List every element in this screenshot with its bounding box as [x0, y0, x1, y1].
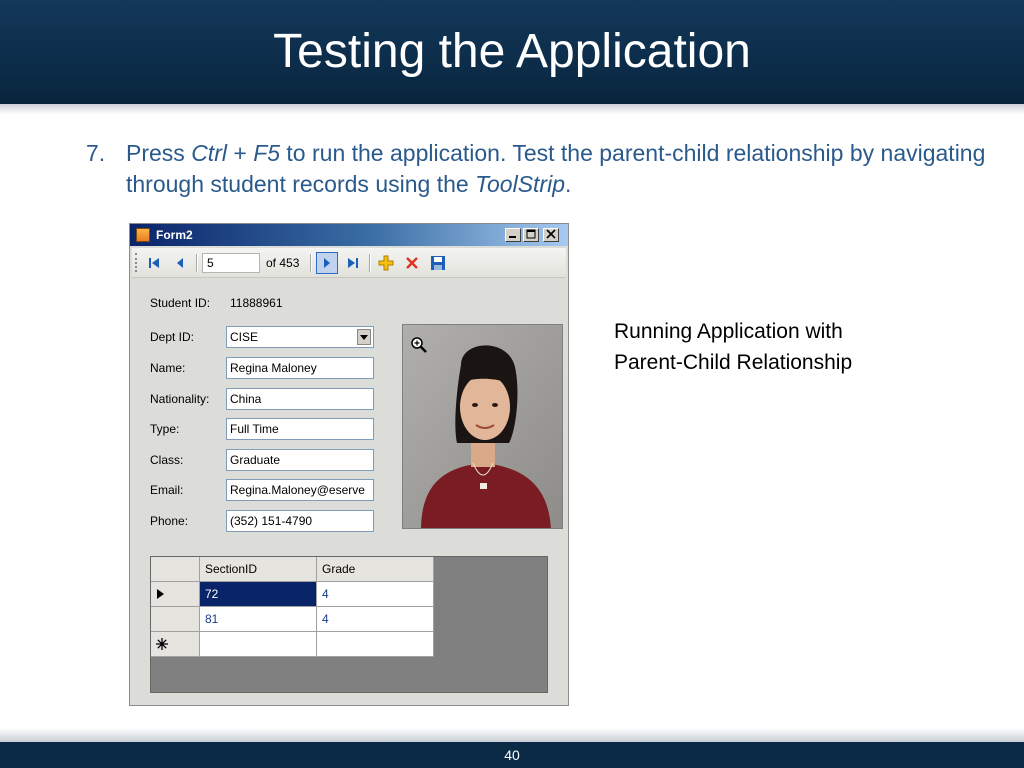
phone-label: Phone: — [150, 514, 189, 528]
grid-cell-grade[interactable]: 4 — [317, 582, 434, 607]
email-field[interactable]: Regina.Maloney@eserve — [226, 479, 374, 501]
dropdown-arrow[interactable] — [357, 329, 371, 345]
grid-corner-header[interactable] — [151, 557, 200, 582]
footer-shadow — [0, 728, 1024, 742]
slide-header: Testing the Application — [0, 0, 1024, 104]
app-icon — [136, 228, 150, 242]
current-row-arrow-icon — [157, 589, 164, 599]
new-row-cell-sectionid[interactable] — [200, 632, 317, 657]
column-header-grade[interactable]: Grade — [317, 557, 434, 582]
toolstrip: 5 of 453 — [132, 248, 566, 278]
sections-datagrid: SectionID Grade 72 4 81 4 — [150, 556, 548, 693]
close-icon — [546, 229, 556, 239]
dept-id-value: CISE — [230, 330, 259, 344]
step-key-f5: F5 — [253, 140, 281, 166]
move-next-icon — [324, 258, 330, 268]
chevron-down-icon — [360, 334, 368, 340]
type-field[interactable]: Full Time — [226, 418, 374, 440]
window-title: Form2 — [156, 228, 193, 242]
step-toolstrip-term: ToolStrip — [475, 171, 565, 197]
step-text-part: + — [226, 140, 254, 166]
close-button[interactable] — [543, 228, 559, 242]
delete-icon — [406, 257, 418, 269]
magnifier-icon — [411, 337, 427, 353]
move-first-button[interactable] — [143, 252, 165, 274]
count-label: of 453 — [266, 256, 300, 270]
page-number: 40 — [504, 747, 520, 763]
move-first-icon — [149, 258, 159, 268]
nationality-field[interactable]: China — [226, 388, 374, 410]
class-label: Class: — [150, 453, 184, 467]
add-icon — [378, 255, 394, 271]
zoom-in-icon[interactable] — [411, 337, 427, 356]
move-previous-icon — [177, 258, 183, 268]
move-last-icon — [348, 258, 358, 268]
grid-cell-grade[interactable]: 4 — [317, 607, 434, 632]
save-icon — [431, 256, 445, 270]
student-id-label: Student ID: — [150, 296, 211, 310]
maximize-icon — [526, 229, 536, 239]
type-label: Type: — [150, 422, 180, 436]
add-new-button[interactable] — [375, 252, 397, 274]
student-id-value: 11888961 — [230, 296, 283, 310]
dept-id-dropdown[interactable]: CISE — [226, 326, 374, 348]
email-label: Email: — [150, 483, 184, 497]
dept-id-label: Dept ID: — [150, 330, 195, 344]
maximize-button[interactable] — [523, 228, 539, 242]
position-input[interactable]: 5 — [202, 253, 260, 273]
grid-cell-sectionid[interactable]: 81 — [200, 607, 317, 632]
phone-field[interactable]: (352) 151-4790 — [226, 510, 374, 532]
new-row-header[interactable] — [151, 632, 200, 657]
toolstrip-grip[interactable] — [135, 253, 140, 272]
caption-line-1: Running Application with — [614, 320, 843, 343]
slide-title: Testing the Application — [273, 25, 751, 78]
delete-button[interactable] — [401, 252, 423, 274]
caption-line-2: Parent-Child Relationship — [614, 351, 853, 374]
step-number: 7. — [86, 140, 106, 166]
step-text-part: . — [565, 171, 572, 197]
minimize-button[interactable] — [505, 228, 521, 242]
nationality-label: Nationality: — [150, 392, 210, 406]
slide-footer: 40 — [0, 742, 1024, 768]
name-field[interactable]: Regina Maloney — [226, 357, 374, 379]
new-row-asterisk-icon — [156, 638, 168, 650]
minimize-icon — [509, 236, 516, 238]
row-header[interactable] — [151, 607, 200, 632]
step-key-ctrl: Ctrl — [191, 140, 227, 166]
window-titlebar[interactable]: Form2 — [130, 224, 568, 246]
name-label: Name: — [150, 361, 186, 375]
grid-cell-sectionid[interactable]: 72 — [200, 582, 317, 607]
step-text: Press Ctrl + F5 to run the application. … — [126, 138, 986, 200]
move-next-button[interactable] — [316, 252, 338, 274]
form-window: Form2 5 of 453 Student ID: 11888961 Dept… — [129, 223, 569, 706]
save-button[interactable] — [427, 252, 449, 274]
student-portrait — [403, 325, 562, 528]
toolstrip-separator — [310, 254, 312, 272]
screenshot-caption: Running Application with Parent-Child Re… — [614, 316, 934, 378]
header-shadow — [0, 104, 1024, 114]
row-header-current[interactable] — [151, 582, 200, 607]
toolstrip-separator — [196, 254, 198, 272]
new-row-cell-grade[interactable] — [317, 632, 434, 657]
move-previous-button[interactable] — [169, 252, 191, 274]
move-last-button[interactable] — [342, 252, 364, 274]
column-header-sectionid[interactable]: SectionID — [200, 557, 317, 582]
class-field[interactable]: Graduate — [226, 449, 374, 471]
step-text-part: Press — [126, 140, 192, 166]
toolstrip-separator — [369, 254, 371, 272]
